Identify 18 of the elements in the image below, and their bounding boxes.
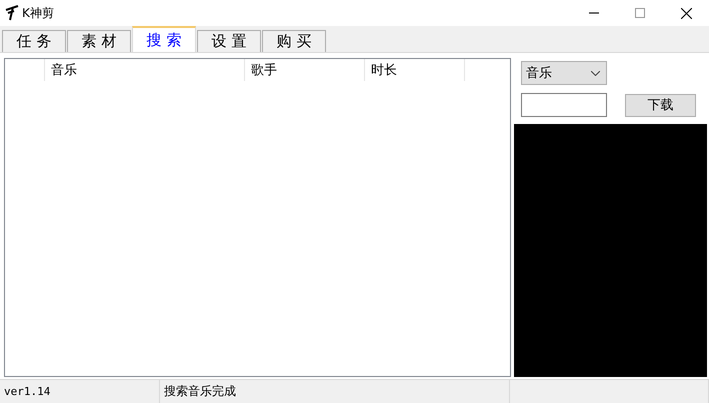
search-field[interactable]: [521, 93, 607, 117]
app-logo-icon: [5, 5, 19, 21]
tab[interactable]: 素 材: [67, 30, 131, 52]
tab[interactable]: 搜 索: [132, 26, 196, 52]
download-button[interactable]: 下载: [625, 94, 696, 116]
chevron-icon: [591, 70, 600, 76]
column-header[interactable]: 时长: [365, 59, 465, 81]
status-text: ver1.14: [0, 380, 160, 403]
maximize-icon[interactable]: [635, 8, 645, 18]
tab[interactable]: 设 置: [197, 30, 261, 52]
column-header[interactable]: 音乐: [45, 59, 245, 81]
status-text: 搜索音乐完成: [160, 380, 510, 403]
column-header[interactable]: 歌手: [245, 59, 365, 81]
tab[interactable]: 任 务: [2, 30, 66, 52]
tab[interactable]: 购 买: [262, 30, 326, 52]
window-title: K神剪: [22, 4, 55, 22]
close-icon[interactable]: [680, 8, 692, 18]
category-dropdown[interactable]: 音乐: [521, 61, 607, 85]
